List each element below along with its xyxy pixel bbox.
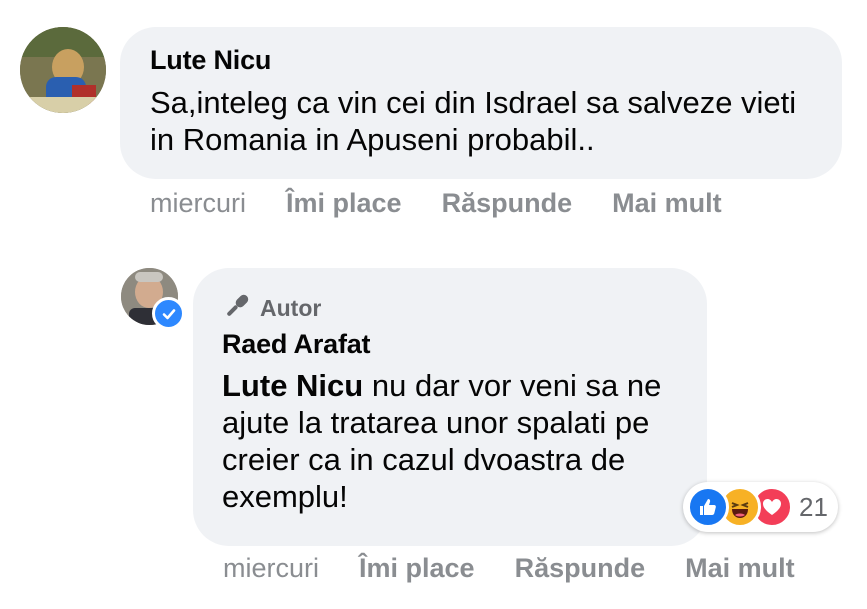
reply-button[interactable]: Răspunde [442, 188, 573, 219]
avatar-lute-nicu[interactable] [20, 27, 106, 113]
reply-bubble: Autor Raed Arafat Lute Nicu nu dar vor v… [193, 268, 707, 546]
reply-actions: miercuri Îmi place Răspunde Mai mult [223, 553, 795, 584]
like-icon [687, 486, 729, 528]
mention-link[interactable]: Lute Nicu [222, 368, 363, 403]
author-badge: Autor [222, 292, 678, 324]
more-button[interactable]: Mai mult [612, 188, 722, 219]
comment-author[interactable]: Lute Nicu [150, 43, 812, 77]
like-button[interactable]: Îmi place [359, 553, 475, 584]
verified-badge-icon [152, 297, 185, 330]
author-badge-label: Autor [260, 294, 322, 321]
reply-text: Lute Nicu nu dar vor veni sa ne ajute la… [222, 367, 678, 515]
reaction-summary[interactable]: 21 [683, 482, 838, 532]
comment-timestamp[interactable]: miercuri [150, 188, 246, 219]
more-button[interactable]: Mai mult [685, 553, 795, 584]
reply-author[interactable]: Raed Arafat [222, 327, 678, 361]
comment-bubble: Lute Nicu Sa,inteleg ca vin cei din Isdr… [120, 27, 842, 179]
reply-button[interactable]: Răspunde [515, 553, 646, 584]
reply-timestamp[interactable]: miercuri [223, 553, 319, 584]
microphone-icon [222, 291, 252, 326]
comment-text: Sa,inteleg ca vin cei din Isdrael sa sal… [150, 85, 797, 157]
like-button[interactable]: Îmi place [286, 188, 402, 219]
comment-actions: miercuri Îmi place Răspunde Mai mult [150, 188, 722, 219]
reaction-count: 21 [799, 491, 828, 522]
